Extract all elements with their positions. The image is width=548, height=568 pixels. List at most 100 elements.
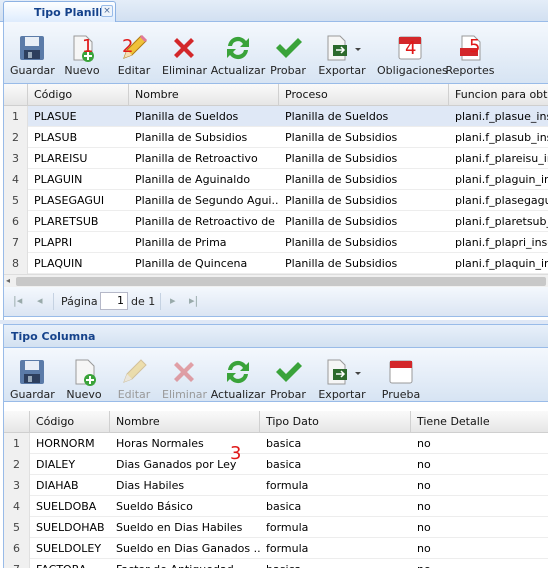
row-number: 3 [4,148,28,169]
guardar-button-2[interactable]: Guardar [10,348,55,401]
column-header-tipo-dato[interactable]: Tipo Dato [260,411,411,433]
table-cell: formula [266,542,309,555]
tipo-planilla-panel: Guardar Nuevo Editar Eliminar Actualizar… [3,22,548,320]
delete-x-icon [174,362,194,382]
probar-button-2[interactable]: Probar [268,348,308,401]
export-icon [327,359,361,385]
table-cell: SUELDOHAB [36,521,105,534]
previous-page-icon[interactable]: ◂ [37,294,43,307]
table-cell: basica [260,559,411,568]
guardar-label: Guardar [10,64,55,77]
pencil-icon [123,359,147,383]
table-row[interactable]: 7FACTORAFactor de Antiguedadbasicano [4,559,548,568]
row-number-header [4,411,30,433]
table-row[interactable]: 3 PLAREISU Planilla de Retroactivo Planilla… [4,148,548,169]
guardar-label-2: Guardar [10,388,55,401]
table-cell: plani.f_plasue_inse [455,110,548,123]
table-row[interactable]: 4 PLAGUIN Planilla de Aguinaldo Planilla de… [4,169,548,190]
actualizar-button-2[interactable]: Actualizar [210,348,266,401]
table-row[interactable]: 2 PLASUB Planilla de Subsidios Planilla de … [4,127,548,148]
grid-header: Código Nombre Proceso Funcion para obten [4,84,548,106]
table-row[interactable]: 1 PLASUE Planilla de Sueldos Planilla de Su… [4,106,548,127]
exportar-button[interactable]: Exportar [314,22,370,77]
row-number: 2 [4,127,28,148]
eliminar-button-2[interactable]: Eliminar [162,348,208,401]
exportar-label: Exportar [318,64,366,77]
table-cell: Planilla de Subsidios [285,215,398,228]
checkmark-icon [276,362,302,382]
table-cell: SUELDOLEY [36,542,102,555]
probar-button[interactable]: Probar [268,22,308,77]
table-row[interactable]: 8 PLAQUIN Planilla de Quincena Planilla de … [4,253,548,274]
table-cell: plani.f_plasegagui_ [455,194,548,207]
nuevo-label: Nuevo [64,64,100,77]
table-cell: PLASUE [34,110,77,123]
table-row[interactable]: 3 DIAHAB Dias Habiles formula no [4,475,548,496]
column-header-codigo[interactable]: Código [28,84,129,106]
last-page-icon[interactable]: ▸| [189,294,198,307]
table-cell: PLAREISU [34,152,88,165]
table-cell: formula [266,521,309,534]
column-header-tiene-detalle[interactable]: Tiene Detalle [411,411,548,433]
nuevo-button-2[interactable]: Nuevo [62,348,106,401]
column-header-codigo[interactable]: Código [30,411,110,433]
table-cell: basica [266,458,302,471]
table-cell: PLASUB [34,131,78,144]
row-number-header [4,84,28,106]
first-page-icon[interactable]: |◂ [13,294,22,307]
table-cell: Planilla de Subsidios [285,236,398,249]
table-row[interactable]: 6 SUELDOLEY Sueldo en Dias Ganados ... form… [4,538,548,559]
row-number: 1 [4,433,30,454]
row-number: 5 [4,517,30,538]
column-header-nombre[interactable]: Nombre [110,411,260,433]
editar-button[interactable]: Editar [112,22,156,77]
table-cell: no [417,521,431,534]
table-cell: Planilla de Segundo Agui... [135,194,279,207]
editar-label: Editar [117,64,151,77]
table-row[interactable]: 7 PLAPRI Planilla de Prima Planilla de Subs… [4,232,548,253]
table-cell: no [417,458,431,471]
scrollbar-thumb[interactable] [16,277,546,286]
table-cell: formula [266,479,309,492]
horizontal-scrollbar[interactable]: ◂ [4,274,548,287]
table-cell: plani.f_plaquin_inse [455,257,548,270]
guardar-button[interactable]: Guardar [10,22,55,77]
column-header-nombre[interactable]: Nombre [129,84,279,106]
eliminar-label-2: Eliminar [162,388,208,401]
editar-button-2[interactable]: Editar [112,348,156,401]
row-number: 1 [4,106,28,127]
annotation-4: 4 [405,38,417,59]
row-number: 7 [4,559,30,568]
table-row[interactable]: 2 DIALEY Dias Ganados por Ley basica no [4,454,548,475]
table-row[interactable]: 5 SUELDOHAB Sueldo en Dias Habiles formula n… [4,517,548,538]
table-cell: PLAQUIN [34,257,83,270]
column-header-proceso[interactable]: Proceso [279,84,449,106]
table-cell: Planilla de Subsidios [285,152,398,165]
next-page-icon[interactable]: ▸ [170,294,176,307]
annotation-2: 2 [122,36,134,57]
prueba-button[interactable]: Prueba [379,348,423,401]
tab-tipo-planilla[interactable]: Tipo Planilla × [3,1,116,22]
eliminar-button[interactable]: Eliminar [162,22,208,77]
tipo-columna-grid: Código Nombre Tipo Dato Tiene Detalle 1H… [4,411,548,568]
actualizar-button[interactable]: Actualizar [210,22,266,77]
column-header-funcion[interactable]: Funcion para obten [449,84,548,106]
exportar-button-2[interactable]: Exportar [314,348,370,401]
table-cell: Factor de Antiguedad [110,559,260,568]
table-cell: Sueldo en Dias Habiles [116,521,243,534]
eliminar-label: Eliminar [162,64,208,77]
tab-strip: Tipo Planilla × [0,0,548,22]
row-number: 5 [4,190,28,211]
delete-x-icon [174,38,194,58]
row-number: 4 [4,169,28,190]
table-cell: plani.f_plapri_inser [455,236,548,249]
table-cell: no [411,559,548,568]
table-row[interactable]: 1 HORNORM Horas Normales basica no [4,433,548,454]
tab-close-icon[interactable]: × [101,5,113,17]
table-row[interactable]: 6 PLARETSUB Planilla de Retroactivo de ...… [4,211,548,232]
tipo-columna-panel: Guardar Nuevo Editar Eliminar Actualizar… [3,348,548,568]
table-cell: no [417,479,431,492]
page-number-input[interactable]: 1 [100,292,128,310]
table-row[interactable]: 4 SUELDOBA Sueldo Básico basica no [4,496,548,517]
table-row[interactable]: 5 PLASEGAGUI Planilla de Segundo Agui... Pl… [4,190,548,211]
